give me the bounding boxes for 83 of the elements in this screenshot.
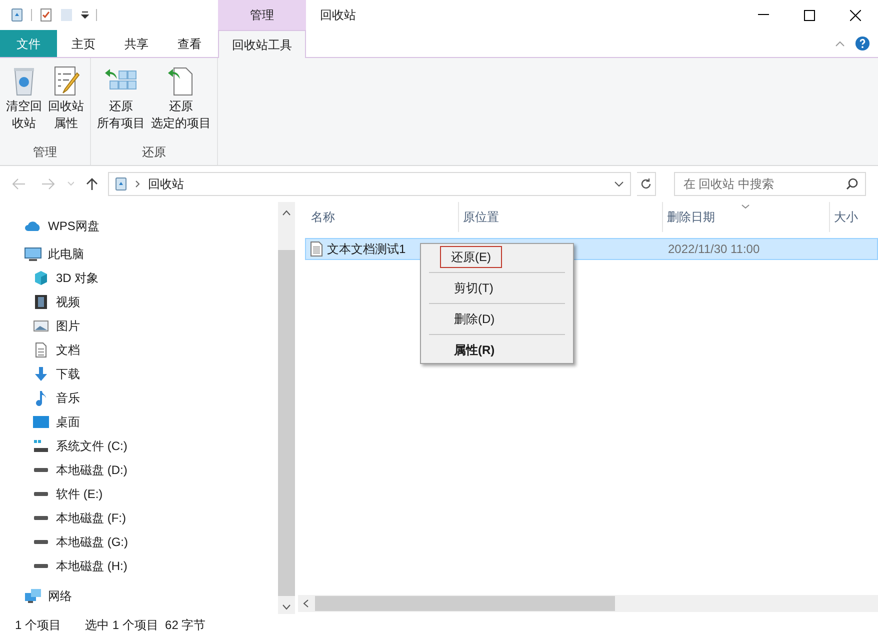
scroll-down-icon[interactable] — [282, 604, 291, 610]
nav-item[interactable]: 图片 — [24, 314, 278, 338]
address-path: 回收站 — [148, 176, 184, 193]
drive-icon — [34, 468, 48, 472]
cloud-icon — [24, 219, 42, 233]
computer-icon — [24, 246, 42, 262]
refresh-icon — [640, 178, 652, 190]
nav-item[interactable]: 音乐 — [24, 386, 278, 410]
ribbon-tab[interactable]: 查看 — [163, 30, 216, 57]
menu-item[interactable]: 属性(R) — [451, 340, 498, 360]
nav-item[interactable]: WPS网盘 — [24, 214, 278, 238]
down-arrow-icon — [33, 366, 49, 382]
menu-item[interactable]: 剪切(T) — [451, 278, 496, 298]
nav-item[interactable]: 3D 对象 — [24, 266, 278, 290]
close-icon — [850, 10, 860, 20]
up-arrow-icon[interactable] — [86, 177, 98, 191]
document-icon — [34, 342, 48, 358]
dropdown-icon[interactable] — [614, 181, 624, 187]
drive-icon — [34, 564, 48, 568]
help-icon[interactable] — [855, 36, 870, 51]
address-bar[interactable]: 回收站 — [108, 172, 632, 196]
drive-icon — [33, 439, 49, 453]
chevron-icon — [134, 180, 140, 188]
group-label: 还原 — [142, 144, 166, 161]
scrollbar-thumb[interactable] — [315, 596, 615, 611]
film-icon — [34, 294, 48, 310]
nav-item[interactable]: 文档 — [24, 338, 278, 362]
collapse-ribbon-icon[interactable] — [835, 40, 845, 46]
nav-item[interactable]: 桌面 — [24, 410, 278, 434]
file-name: 文本文档测试1 — [327, 241, 406, 258]
ribbon-button[interactable]: 回收站 属性 — [46, 64, 86, 143]
group-label: 管理 — [33, 144, 57, 161]
ribbon-button[interactable]: 还原 所有项目 — [95, 64, 147, 143]
horizontal-scrollbar[interactable] — [298, 595, 878, 612]
search-field[interactable]: 在 回收站 中搜索 — [674, 172, 866, 196]
recycle-bin-icon — [114, 177, 128, 191]
column-header[interactable]: 名称 — [307, 202, 459, 232]
minimize-icon — [758, 14, 768, 16]
column-header[interactable]: 原位置 — [459, 202, 663, 232]
ribbon-tab[interactable]: 主页 — [57, 30, 110, 57]
cube-icon — [33, 270, 49, 286]
refresh-button[interactable] — [637, 172, 656, 196]
nav-item[interactable]: 视频 — [24, 290, 278, 314]
scrollbar-thumb[interactable] — [278, 250, 295, 596]
network-icon — [24, 588, 42, 604]
column-header[interactable]: 删除日期 — [663, 202, 830, 232]
sort-icon — [741, 204, 750, 209]
menu-item[interactable]: 还原(E) — [440, 246, 502, 268]
ribbon-button[interactable]: 清空回 收站 — [4, 64, 44, 143]
desktop-icon — [32, 415, 50, 429]
search-icon[interactable] — [846, 178, 858, 190]
nav-item[interactable]: 本地磁盘 (F:) — [24, 506, 278, 530]
menu-item[interactable]: 删除(D) — [451, 309, 498, 329]
contextual-tab-header: 管理 — [218, 0, 306, 30]
nav-item[interactable]: 软件 (E:) — [24, 482, 278, 506]
maximize-icon — [804, 10, 814, 20]
recycle-bin-icon[interactable] — [10, 8, 24, 22]
date-cell-text: 2022/11/30 11:00 — [667, 241, 760, 258]
checklist-icon[interactable] — [39, 8, 53, 22]
scroll-left-icon[interactable] — [303, 599, 309, 608]
ribbon-tab[interactable]: 回收站工具 — [218, 30, 306, 58]
ribbon-button[interactable]: 还原 选定的项目 — [149, 64, 213, 143]
nav-item[interactable]: 下载 — [24, 362, 278, 386]
nav-item[interactable]: 此电脑 — [24, 242, 278, 266]
text-file-icon — [310, 241, 323, 257]
nav-item[interactable]: 网络 — [24, 584, 278, 608]
item-count: 1 个项目 — [15, 616, 62, 634]
scroll-up-icon[interactable] — [282, 210, 291, 216]
column-header[interactable]: 大小 — [830, 202, 870, 232]
image-icon — [33, 319, 49, 333]
vertical-scrollbar[interactable] — [278, 202, 295, 614]
drive-icon — [34, 516, 48, 520]
music-note-icon — [34, 390, 48, 406]
drive-icon — [34, 540, 48, 544]
window-title: 回收站 — [319, 7, 356, 24]
nav-item[interactable]: 本地磁盘 (G:) — [24, 530, 278, 554]
nav-item[interactable]: 本地磁盘 (H:) — [24, 554, 278, 578]
nav-item[interactable]: 本地磁盘 (D:) — [24, 458, 278, 482]
selection-info: 选中 1 个项目 62 字节 — [85, 616, 206, 634]
ribbon-tab[interactable]: 共享 — [110, 30, 163, 57]
drive-icon — [34, 492, 48, 496]
dropdown-icon[interactable] — [81, 11, 89, 19]
nav-item[interactable]: 系统文件 (C:) — [24, 434, 278, 458]
